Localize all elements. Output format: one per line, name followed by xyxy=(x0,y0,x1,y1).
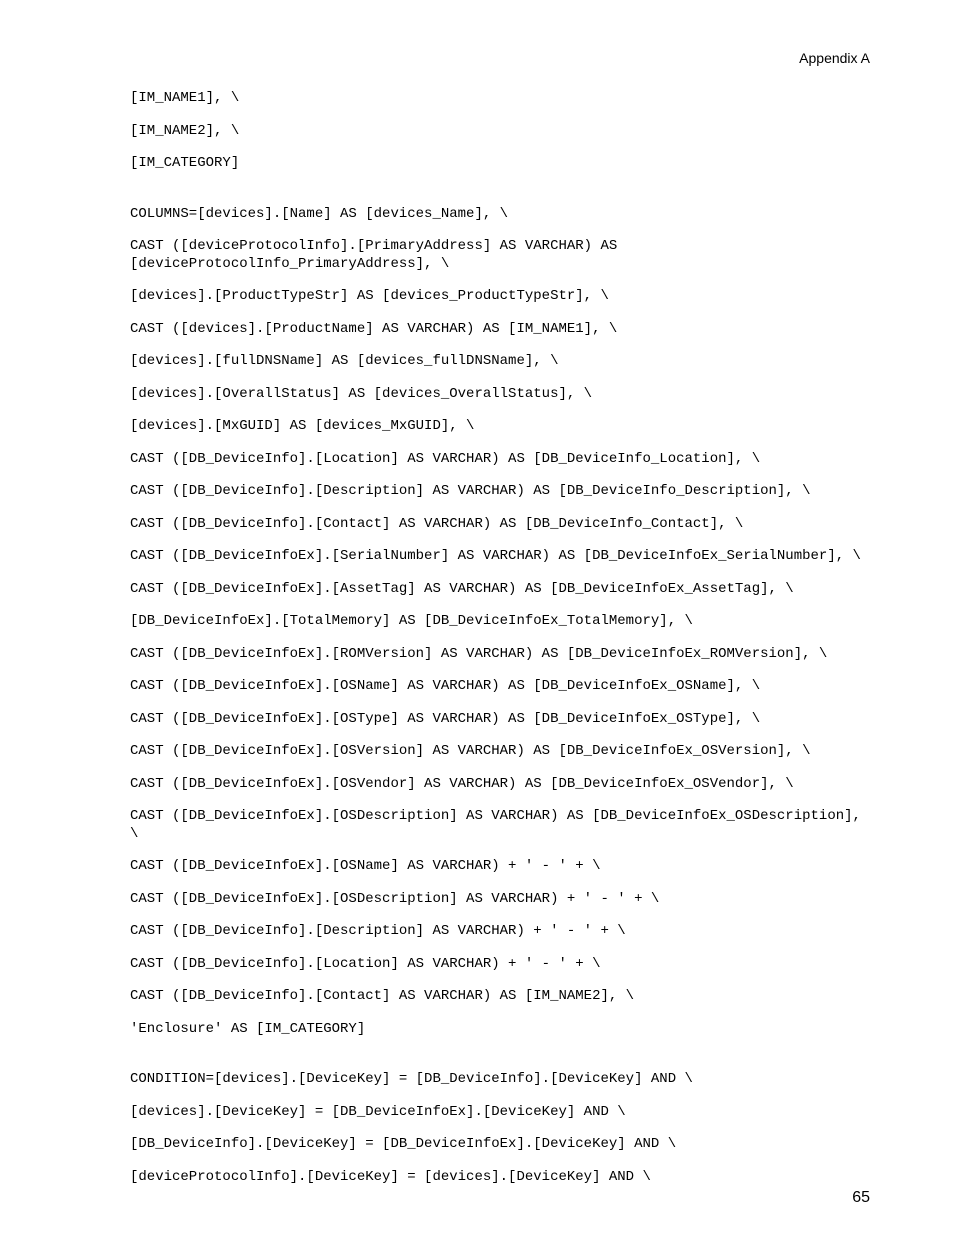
code-line: CAST ([DB_DeviceInfoEx].[OSVendor] AS VA… xyxy=(130,776,870,794)
code-line: CAST ([DB_DeviceInfo].[Contact] AS VARCH… xyxy=(130,988,870,1006)
code-line: [DB_DeviceInfoEx].[TotalMemory] AS [DB_D… xyxy=(130,613,870,631)
code-line: [devices].[MxGUID] AS [devices_MxGUID], … xyxy=(130,418,870,436)
code-line: CAST ([DB_DeviceInfoEx].[ROMVersion] AS … xyxy=(130,646,870,664)
blank-line xyxy=(130,188,870,206)
page-header: Appendix A xyxy=(799,50,870,66)
code-line: CAST ([DB_DeviceInfo].[Description] AS V… xyxy=(130,483,870,501)
code-line: CAST ([DB_DeviceInfo].[Location] AS VARC… xyxy=(130,451,870,469)
code-line: [devices].[DeviceKey] = [DB_DeviceInfoEx… xyxy=(130,1104,870,1122)
page-number: 65 xyxy=(852,1189,870,1206)
code-line: CAST ([devices].[ProductName] AS VARCHAR… xyxy=(130,321,870,339)
code-line: CAST ([DB_DeviceInfoEx].[OSDescription] … xyxy=(130,891,870,909)
code-line: CAST ([DB_DeviceInfo].[Description] AS V… xyxy=(130,923,870,941)
code-line: CAST ([DB_DeviceInfoEx].[OSType] AS VARC… xyxy=(130,711,870,729)
code-block: [IM_NAME1], \ [IM_NAME2], \ [IM_CATEGORY… xyxy=(130,90,870,1201)
code-line: CONDITION=[devices].[DeviceKey] = [DB_De… xyxy=(130,1071,870,1089)
code-line: [devices].[ProductTypeStr] AS [devices_P… xyxy=(130,288,870,306)
code-line: CAST ([DB_DeviceInfoEx].[OSDescription] … xyxy=(130,808,870,843)
code-line: COLUMNS=[devices].[Name] AS [devices_Nam… xyxy=(130,206,870,224)
page-footer: 65 xyxy=(852,1189,870,1207)
appendix-label: Appendix A xyxy=(799,50,870,66)
code-line: CAST ([DB_DeviceInfoEx].[OSVersion] AS V… xyxy=(130,743,870,761)
code-line: [deviceProtocolInfo].[DeviceKey] = [devi… xyxy=(130,1169,870,1187)
code-line: CAST ([DB_DeviceInfoEx].[AssetTag] AS VA… xyxy=(130,581,870,599)
code-line: 'Enclosure' AS [IM_CATEGORY] xyxy=(130,1021,870,1039)
code-line: CAST ([deviceProtocolInfo].[PrimaryAddre… xyxy=(130,238,870,273)
code-line: CAST ([DB_DeviceInfo].[Contact] AS VARCH… xyxy=(130,516,870,534)
code-line: CAST ([DB_DeviceInfoEx].[SerialNumber] A… xyxy=(130,548,870,566)
code-line: [IM_NAME2], \ xyxy=(130,123,870,141)
code-line: [devices].[fullDNSName] AS [devices_full… xyxy=(130,353,870,371)
code-line: [devices].[OverallStatus] AS [devices_Ov… xyxy=(130,386,870,404)
code-line: CAST ([DB_DeviceInfoEx].[OSName] AS VARC… xyxy=(130,858,870,876)
code-line: CAST ([DB_DeviceInfo].[Location] AS VARC… xyxy=(130,956,870,974)
code-line: [IM_NAME1], \ xyxy=(130,90,870,108)
blank-line xyxy=(130,1053,870,1071)
code-line: CAST ([DB_DeviceInfoEx].[OSName] AS VARC… xyxy=(130,678,870,696)
code-line: [IM_CATEGORY] xyxy=(130,155,870,173)
code-line: [DB_DeviceInfo].[DeviceKey] = [DB_Device… xyxy=(130,1136,870,1154)
